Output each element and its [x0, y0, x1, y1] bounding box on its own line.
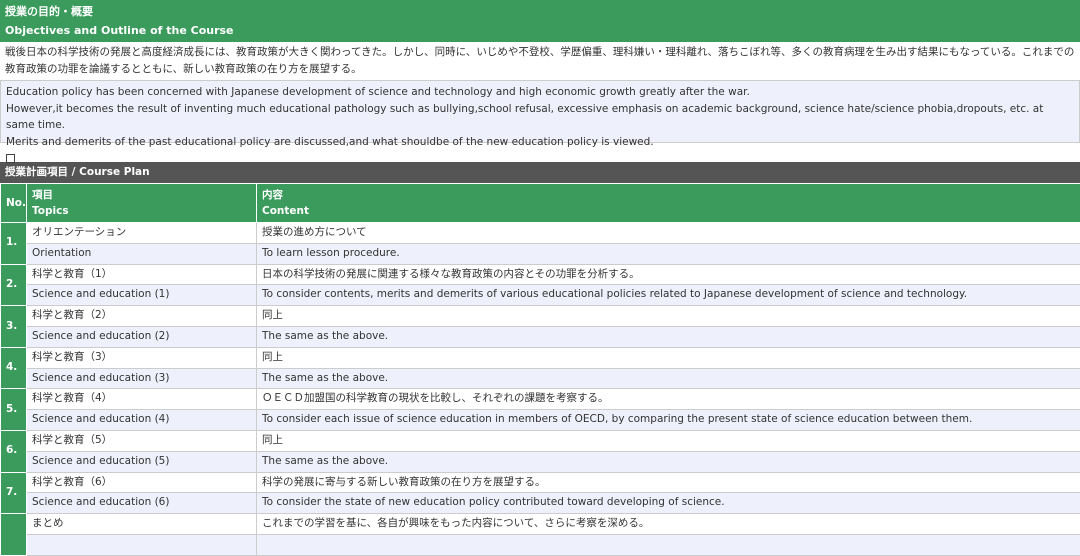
topic-jp-cell: 科学と教育（4）	[27, 389, 257, 410]
table-header-row: No. 項目 Topics 内容 Content	[1, 184, 1080, 223]
course-plan-title: 授業計画項目 / Course Plan	[0, 162, 1080, 183]
row-number: 2.	[1, 264, 27, 306]
table-row: Science and education (1)To consider con…	[1, 285, 1080, 306]
objectives-header: 授業の目的・概要 Objectives and Outline of the C…	[0, 0, 1080, 42]
topic-en-cell: Science and education (6)	[27, 493, 257, 514]
row-number: 7.	[1, 472, 27, 514]
content-jp-cell: これまでの学習を基に、各自が興味をもった内容について、さらに考察を深める。	[257, 514, 1080, 535]
topic-en-cell	[27, 534, 257, 555]
table-row: 4.科学と教育（3）同上	[1, 347, 1080, 368]
topic-jp-cell: オリエンテーション	[27, 223, 257, 244]
row-number: 3.	[1, 306, 27, 348]
topic-jp-cell: 科学と教育（6）	[27, 472, 257, 493]
table-row: 6.科学と教育（5）同上	[1, 430, 1080, 451]
table-row: Science and education (5)The same as the…	[1, 451, 1080, 472]
table-row: 2.科学と教育（1）日本の科学技術の発展に関連する様々な教育政策の内容とその功罪…	[1, 264, 1080, 285]
content-en-cell: The same as the above.	[257, 368, 1080, 389]
row-number: 4.	[1, 347, 27, 389]
table-row: 3.科学と教育（2）同上	[1, 306, 1080, 327]
table-row: Science and education (6)To consider the…	[1, 493, 1080, 514]
topic-en-cell: Science and education (5)	[27, 451, 257, 472]
content-jp-cell: 同上	[257, 347, 1080, 368]
table-row: Science and education (4)To consider eac…	[1, 410, 1080, 431]
content-en-cell: To consider each issue of science educat…	[257, 410, 1080, 431]
row-number: 6.	[1, 430, 27, 472]
content-en-cell: The same as the above.	[257, 451, 1080, 472]
objectives-en-text: Education policy has been concerned with…	[0, 81, 1080, 143]
content-en-cell: To consider the state of new education p…	[257, 493, 1080, 514]
topic-jp-cell: 科学と教育（5）	[27, 430, 257, 451]
course-plan-table: No. 項目 Topics 内容 Content 1.オリエンテーション授業の進…	[0, 183, 1080, 556]
table-row: Science and education (2)The same as the…	[1, 326, 1080, 347]
table-row: OrientationTo learn lesson procedure.	[1, 243, 1080, 264]
table-row: まとめこれまでの学習を基に、各自が興味をもった内容について、さらに考察を深める。	[1, 514, 1080, 535]
topic-jp-cell: 科学と教育（1）	[27, 264, 257, 285]
topic-jp-cell: 科学と教育（2）	[27, 306, 257, 327]
table-row: Science and education (3)The same as the…	[1, 368, 1080, 389]
content-en-cell	[257, 534, 1080, 555]
table-row: 1.オリエンテーション授業の進め方について	[1, 223, 1080, 244]
course-plan-section: 授業計画項目 / Course Plan No. 項目 Topics 内容 Co…	[0, 162, 1080, 556]
objectives-section: 授業の目的・概要 Objectives and Outline of the C…	[0, 0, 1080, 143]
col-header-no: No.	[1, 184, 27, 223]
table-row	[1, 534, 1080, 555]
row-number: 1.	[1, 223, 27, 265]
objectives-en-line: Education policy has been concerned with…	[6, 84, 1074, 101]
row-number	[1, 514, 27, 556]
topic-en-cell: Science and education (1)	[27, 285, 257, 306]
topic-jp-cell: まとめ	[27, 514, 257, 535]
col-header-content: 内容 Content	[257, 184, 1080, 223]
objectives-title-en: Objectives and Outline of the Course	[5, 21, 1075, 40]
topic-jp-cell: 科学と教育（3）	[27, 347, 257, 368]
content-jp-cell: 同上	[257, 430, 1080, 451]
content-en-cell: To learn lesson procedure.	[257, 243, 1080, 264]
content-jp-cell: 科学の発展に寄与する新しい教育政策の在り方を展望する。	[257, 472, 1080, 493]
content-jp-cell: 日本の科学技術の発展に関連する様々な教育政策の内容とその功罪を分析する。	[257, 264, 1080, 285]
content-jp-cell: 授業の進め方について	[257, 223, 1080, 244]
content-jp-cell: 同上	[257, 306, 1080, 327]
objectives-en-line: However,it becomes the result of inventi…	[6, 101, 1074, 134]
content-jp-cell: ＯＥＣＤ加盟国の科学教育の現状を比較し、それぞれの課題を考察する。	[257, 389, 1080, 410]
topic-en-cell: Orientation	[27, 243, 257, 264]
objectives-jp-text: 戦後日本の科学技術の発展と高度経済成長には、教育政策が大きく関わってきた。しかし…	[0, 42, 1080, 81]
topic-en-cell: Science and education (4)	[27, 410, 257, 431]
col-header-topics: 項目 Topics	[27, 184, 257, 223]
table-row: 5.科学と教育（4）ＯＥＣＤ加盟国の科学教育の現状を比較し、それぞれの課題を考察…	[1, 389, 1080, 410]
topic-en-cell: Science and education (2)	[27, 326, 257, 347]
content-en-cell: The same as the above.	[257, 326, 1080, 347]
table-row: 7.科学と教育（6）科学の発展に寄与する新しい教育政策の在り方を展望する。	[1, 472, 1080, 493]
objectives-title-jp: 授業の目的・概要	[5, 2, 1075, 21]
row-number: 5.	[1, 389, 27, 431]
content-en-cell: To consider contents, merits and demerit…	[257, 285, 1080, 306]
topic-en-cell: Science and education (3)	[27, 368, 257, 389]
